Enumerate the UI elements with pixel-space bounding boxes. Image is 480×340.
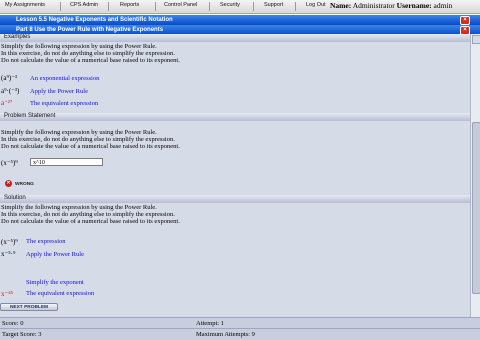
example-label-1: An exponential expression bbox=[30, 75, 100, 82]
nav-log-out[interactable]: Log Out bbox=[306, 2, 326, 8]
examples-header-label: Examples bbox=[4, 34, 31, 40]
name-label: Name: bbox=[330, 1, 352, 10]
example-expression-1: (a⁹)⁻³ bbox=[1, 74, 18, 82]
top-nav-bar: My Assignments CPS Admin Reports Control… bbox=[0, 0, 480, 14]
solution-instruction-1: Simplify the following expression by usi… bbox=[1, 204, 157, 211]
nav-divider bbox=[253, 2, 254, 11]
examples-instruction-3: Do not calculate the value of a numerica… bbox=[1, 57, 180, 64]
example-label-2: Apply the Power Rule bbox=[30, 88, 88, 95]
solution-expression-4: x⁻⁴⁵ bbox=[1, 290, 14, 298]
lesson-title: Lesson 5.5 Negative Exponents and Scient… bbox=[16, 17, 173, 23]
score-footer-row-2: Target Score: 3 Maximum Attempts: 9 bbox=[0, 328, 480, 340]
nav-divider bbox=[295, 2, 296, 11]
problem-statement-header: Problem Statement bbox=[0, 113, 470, 121]
username-value: admin bbox=[433, 1, 453, 10]
answer-input[interactable]: x^10 bbox=[30, 158, 103, 166]
scrollbar-thumb[interactable] bbox=[472, 122, 480, 294]
problem-expression: (x⁻⁵)⁹ bbox=[1, 159, 18, 167]
wrong-label: WRONG bbox=[15, 182, 34, 187]
nav-cps-admin[interactable]: CPS Admin bbox=[70, 2, 98, 8]
example-expression-3: a⁻²⁷ bbox=[1, 99, 13, 107]
part-title: Part 8 Use the Power Rule with Negative … bbox=[16, 27, 164, 33]
nav-divider bbox=[209, 2, 210, 11]
close-icon[interactable]: × bbox=[460, 16, 470, 25]
problem-header-label: Problem Statement bbox=[4, 113, 56, 119]
solution-label-3: Simplify the exponent bbox=[26, 279, 84, 286]
lesson-title-bar: Lesson 5.5 Negative Exponents and Scient… bbox=[0, 15, 480, 25]
nav-divider bbox=[108, 2, 109, 11]
wrong-icon: ✕ bbox=[5, 180, 12, 187]
solution-header-label: Solution bbox=[4, 195, 26, 201]
examples-instruction-1: Simplify the following expression by usi… bbox=[1, 43, 157, 50]
user-info: Name: Administrator Username: admin bbox=[330, 1, 452, 10]
solution-expression-1: (x⁻⁵)⁹ bbox=[1, 238, 18, 246]
solution-instruction-3: Do not calculate the value of a numerica… bbox=[1, 218, 180, 225]
solution-label-2: Apply the Power Rule bbox=[26, 251, 84, 258]
problem-instruction-3: Do not calculate the value of a numerica… bbox=[1, 143, 180, 150]
content-scrollbar[interactable] bbox=[470, 34, 480, 317]
username-label: Username: bbox=[396, 1, 432, 10]
score-value: Score: 0 bbox=[2, 320, 24, 327]
nav-divider bbox=[60, 2, 61, 11]
examples-instruction-2: In this exercise, do not do anything els… bbox=[1, 50, 175, 57]
solution-instruction-2: In this exercise, do not do anything els… bbox=[1, 211, 175, 218]
attempt-value: Attempt: 1 bbox=[196, 320, 224, 327]
problem-instruction-2: In this exercise, do not do anything els… bbox=[1, 136, 175, 143]
problem-instruction-1: Simplify the following expression by usi… bbox=[1, 129, 157, 136]
nav-support[interactable]: Support bbox=[264, 2, 283, 8]
examples-header: Examples bbox=[0, 34, 470, 42]
solution-header: Solution bbox=[0, 195, 470, 203]
target-score-value: Target Score: 3 bbox=[2, 331, 42, 338]
nav-my-assignments[interactable]: My Assignments bbox=[5, 2, 45, 8]
solution-expression-2: x⁻⁵·⁹ bbox=[1, 250, 16, 258]
name-value: Administrator bbox=[352, 1, 395, 10]
max-attempts-value: Maximum Attempts: 9 bbox=[196, 331, 255, 338]
example-expression-2: a⁹·(⁻³) bbox=[1, 87, 20, 95]
nav-security[interactable]: Security bbox=[220, 2, 240, 8]
nav-divider bbox=[155, 2, 156, 11]
solution-label-1: The expression bbox=[26, 238, 66, 245]
next-problem-button[interactable]: NEXT PROBLEM bbox=[0, 303, 58, 311]
nav-reports[interactable]: Reports bbox=[120, 2, 139, 8]
scroll-up-arrow-icon[interactable] bbox=[472, 35, 480, 44]
nav-control-panel[interactable]: Control Panel bbox=[164, 2, 197, 8]
example-label-3: The equivalent expression bbox=[30, 100, 99, 107]
lesson-content: Examples Simplify the following expressi… bbox=[0, 34, 470, 317]
solution-label-4: The equivalent expression bbox=[26, 290, 95, 297]
